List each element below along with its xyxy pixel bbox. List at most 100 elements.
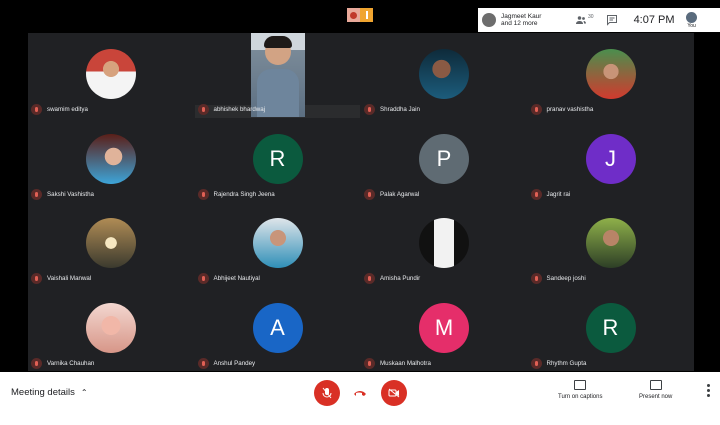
mic-muted-icon	[31, 357, 42, 369]
avatar	[252, 218, 303, 268]
participant-tile[interactable]: Vaishali Manwal	[28, 202, 194, 286]
self-view-thumbnail[interactable]	[347, 8, 373, 22]
mic-muted-icon	[197, 104, 209, 115]
participant-tile[interactable]: Sandeep joshi	[528, 202, 694, 286]
self-label: You	[687, 22, 696, 29]
participant-tile[interactable]: Abhijeet Nautiyal	[195, 202, 361, 286]
mic-muted-icon	[364, 273, 375, 284]
participant-tile[interactable]: M Muskaan Malhotra	[361, 287, 527, 371]
people-count: 30	[588, 14, 594, 20]
people-button[interactable]: 30	[575, 14, 594, 26]
captions-label: Turn on captions	[558, 394, 603, 400]
present-icon	[649, 380, 662, 390]
participant-tile[interactable]: pranav vashistha	[528, 33, 694, 117]
avatar: R	[252, 133, 303, 184]
top-info-panel: Jagmeet Kaur and 12 more 30 4:07 PM You	[478, 8, 720, 32]
self-indicator-icon	[350, 11, 357, 19]
avatar: P	[419, 133, 469, 184]
mic-muted-icon	[530, 273, 542, 284]
participant-name-row: Shraddha Jain	[364, 104, 420, 115]
participant-name: swamim editya	[47, 106, 88, 113]
presenter-name: Jagmeet Kaur	[501, 12, 542, 20]
participant-name: Anshul Pandey	[213, 359, 256, 367]
avatar	[86, 218, 136, 268]
participant-name-row: Muskaan Malhotra	[364, 357, 431, 369]
participant-tile[interactable]: abhishek bhardwaj	[194, 33, 361, 118]
mic-off-icon	[322, 387, 332, 399]
avatar: J	[585, 133, 636, 184]
participant-tile[interactable]: R Rajendra Singh Jeena	[195, 118, 361, 202]
participant-name: Muskaan Malhotra	[380, 359, 431, 367]
more-vert-icon	[707, 384, 710, 387]
participant-tile[interactable]: Varnika Chauhan	[28, 287, 194, 371]
participant-name-row: Sakshi Vashistha	[31, 188, 95, 200]
mic-muted-icon	[31, 188, 42, 200]
avatar	[419, 218, 469, 268]
participant-tile[interactable]: Sakshi Vashistha	[28, 118, 194, 202]
present-button[interactable]: Present now	[639, 380, 672, 400]
participant-name: Varnika Chauhan	[47, 359, 95, 367]
mic-muted-icon	[530, 104, 542, 115]
hang-up-button[interactable]	[347, 380, 373, 406]
participant-name-row: pranav vashistha	[530, 104, 594, 115]
participant-name: pranav vashistha	[546, 106, 594, 113]
captions-button[interactable]: Turn on captions	[558, 380, 602, 400]
avatar: A	[252, 302, 303, 353]
participant-tile[interactable]: P Palak Agarwal	[361, 118, 527, 202]
mic-muted-icon	[31, 273, 42, 284]
camera-off-icon	[388, 388, 400, 398]
participant-name: Sandeep joshi	[546, 275, 586, 282]
bottom-padding	[0, 413, 720, 425]
participant-name-row: Vaishali Manwal	[31, 273, 91, 284]
participant-name-row: Amisha Pundir	[364, 273, 420, 284]
camera-toggle-button[interactable]	[381, 380, 407, 406]
participant-name-row: Anshul Pandey	[197, 357, 256, 369]
participant-tile[interactable]: swamim editya	[28, 33, 194, 117]
participant-name-row: Abhijeet Nautiyal	[197, 273, 260, 284]
hang-up-icon	[354, 391, 366, 396]
avatar	[86, 302, 136, 353]
participant-name: Palak Agarwal	[380, 190, 420, 198]
participant-name-row: swamim editya	[31, 104, 88, 115]
participant-name: Amisha Pundir	[380, 275, 421, 282]
participant-name-row: Rajendra Singh Jeena	[197, 188, 275, 200]
self-avatar[interactable]: You	[683, 11, 701, 29]
participant-tile[interactable]: R Rhythm Gupta	[528, 287, 694, 371]
participant-name-row: Jagrit rai	[530, 188, 571, 200]
participant-name: Abhijeet Nautiyal	[213, 275, 260, 282]
participant-tile[interactable]: Shraddha Jain	[361, 33, 527, 117]
participant-name: Rajendra Singh Jeena	[213, 190, 275, 198]
meeting-details-button[interactable]: Meeting details ⌃	[11, 387, 88, 398]
meeting-details-label: Meeting details	[11, 387, 75, 398]
participant-name-row: Rhythm Gupta	[530, 357, 586, 369]
avatar: M	[419, 302, 469, 353]
participant-name: Shraddha Jain	[380, 106, 420, 113]
chat-icon[interactable]	[606, 14, 618, 26]
mic-muted-icon	[31, 104, 42, 115]
avatar	[585, 218, 636, 268]
avatar	[686, 11, 698, 23]
mic-muted-icon	[364, 104, 375, 115]
participant-tile[interactable]: A Anshul Pandey	[195, 287, 361, 371]
presenter-info[interactable]: Jagmeet Kaur and 12 more	[501, 13, 561, 28]
pause-icon	[365, 11, 368, 19]
captions-icon	[574, 380, 587, 390]
presenter-avatar[interactable]	[482, 13, 496, 27]
participant-name: Sakshi Vashistha	[47, 190, 95, 198]
participant-name-row: Sandeep joshi	[530, 273, 586, 284]
chevron-up-icon: ⌃	[80, 388, 88, 397]
participant-name-row: Palak Agarwal	[364, 188, 420, 200]
presenter-more: and 12 more	[501, 20, 538, 27]
bottom-toolbar: Meeting details ⌃ Turn on captions Prese…	[0, 372, 720, 413]
mic-muted-icon	[364, 188, 375, 200]
participant-name-row: abhishek bhardwaj	[197, 104, 265, 115]
mic-muted-icon	[530, 357, 542, 369]
clock: 4:07 PM	[633, 14, 675, 26]
participant-tile[interactable]: J Jagrit rai	[528, 118, 694, 202]
avatar: R	[585, 302, 636, 353]
more-options-button[interactable]	[707, 384, 710, 397]
participant-tile[interactable]: Amisha Pundir	[361, 202, 527, 286]
mic-toggle-button[interactable]	[314, 380, 340, 406]
avatar	[86, 49, 136, 99]
participant-name: Jagrit rai	[546, 190, 571, 198]
